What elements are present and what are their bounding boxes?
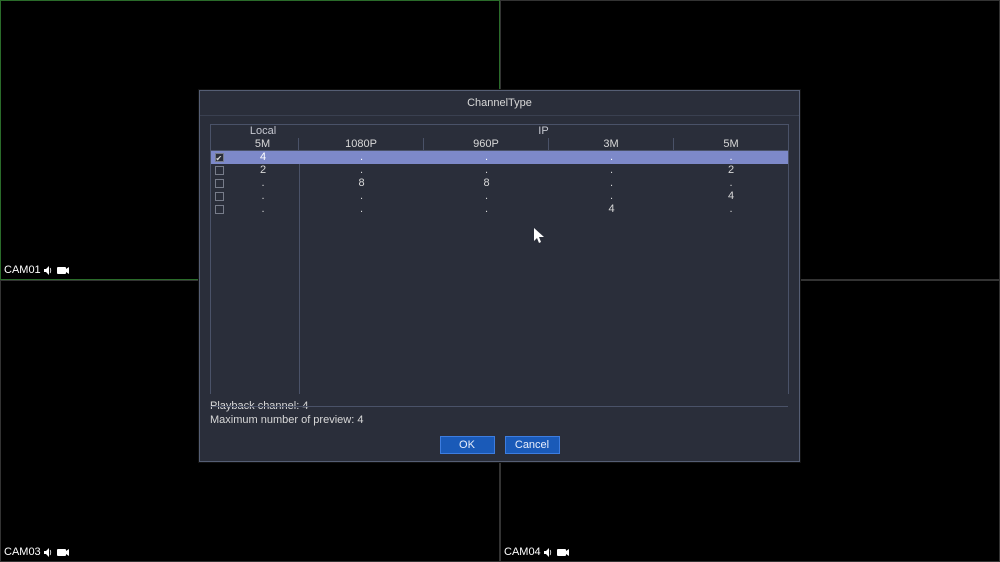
table-row[interactable]: 2...2 <box>211 164 788 177</box>
cell-1080p: . <box>299 190 424 203</box>
cell-3m: . <box>549 151 674 164</box>
cell-5m-ip: 4 <box>674 190 788 203</box>
header-5m: 5M <box>227 138 299 150</box>
row-checkbox[interactable] <box>215 179 224 188</box>
table-row[interactable]: .88.. <box>211 177 788 190</box>
table-row[interactable]: 4.... <box>211 151 788 164</box>
channel-type-dialog: ChannelType Local IP 5M 1080P 960P 3M 5M… <box>199 90 800 462</box>
cam01-text: CAM01 <box>4 264 41 276</box>
table-row[interactable]: ...4. <box>211 203 788 216</box>
cell-5m-ip: 2 <box>674 164 788 177</box>
row-checkbox[interactable] <box>215 192 224 201</box>
cell-5m: 2 <box>227 164 299 177</box>
speaker-icon <box>544 548 554 557</box>
channel-table: Local IP 5M 1080P 960P 3M 5M 4....2...2.… <box>210 124 789 394</box>
header-checkbox <box>211 138 227 150</box>
cancel-button[interactable]: Cancel <box>505 436 560 454</box>
cell-1080p: 8 <box>299 177 424 190</box>
row-checkbox[interactable] <box>215 153 224 162</box>
row-checkbox[interactable] <box>215 205 224 214</box>
cell-3m: . <box>549 177 674 190</box>
cell-5m-ip: . <box>674 151 788 164</box>
cell-960p: . <box>424 151 549 164</box>
cell-5m-ip: . <box>674 177 788 190</box>
camera-icon <box>57 266 69 275</box>
cam-label-03: CAM03 <box>4 546 69 558</box>
cell-3m: . <box>549 190 674 203</box>
cell-5m: . <box>227 177 299 190</box>
cell-1080p: . <box>299 203 424 216</box>
group-local: Local <box>211 125 299 138</box>
cell-5m-ip: . <box>674 203 788 216</box>
cell-3m: 4 <box>549 203 674 216</box>
cell-960p: . <box>424 190 549 203</box>
header-5m-ip: 5M <box>674 138 788 150</box>
cam-label-04: CAM04 <box>504 546 569 558</box>
dialog-title: ChannelType <box>200 91 799 116</box>
cell-1080p: . <box>299 151 424 164</box>
row-checkbox[interactable] <box>215 166 224 175</box>
cam03-text: CAM03 <box>4 546 41 558</box>
header-3m: 3M <box>549 138 674 150</box>
cell-960p: . <box>424 164 549 177</box>
ok-button[interactable]: OK <box>440 436 495 454</box>
header-1080p: 1080P <box>299 138 424 150</box>
group-ip: IP <box>299 125 788 138</box>
max-preview-text: Maximum number of preview: 4 <box>210 414 789 426</box>
cell-1080p: . <box>299 164 424 177</box>
cell-5m: 4 <box>227 151 299 164</box>
cam04-text: CAM04 <box>504 546 541 558</box>
cell-5m: . <box>227 190 299 203</box>
speaker-icon <box>44 266 54 275</box>
cam-label-01: CAM01 <box>4 264 69 276</box>
camera-icon <box>557 548 569 557</box>
speaker-icon <box>44 548 54 557</box>
cell-5m: . <box>227 203 299 216</box>
cell-960p: 8 <box>424 177 549 190</box>
cell-3m: . <box>549 164 674 177</box>
cell-960p: . <box>424 203 549 216</box>
table-row[interactable]: ....4 <box>211 190 788 203</box>
camera-icon <box>57 548 69 557</box>
header-960p: 960P <box>424 138 549 150</box>
